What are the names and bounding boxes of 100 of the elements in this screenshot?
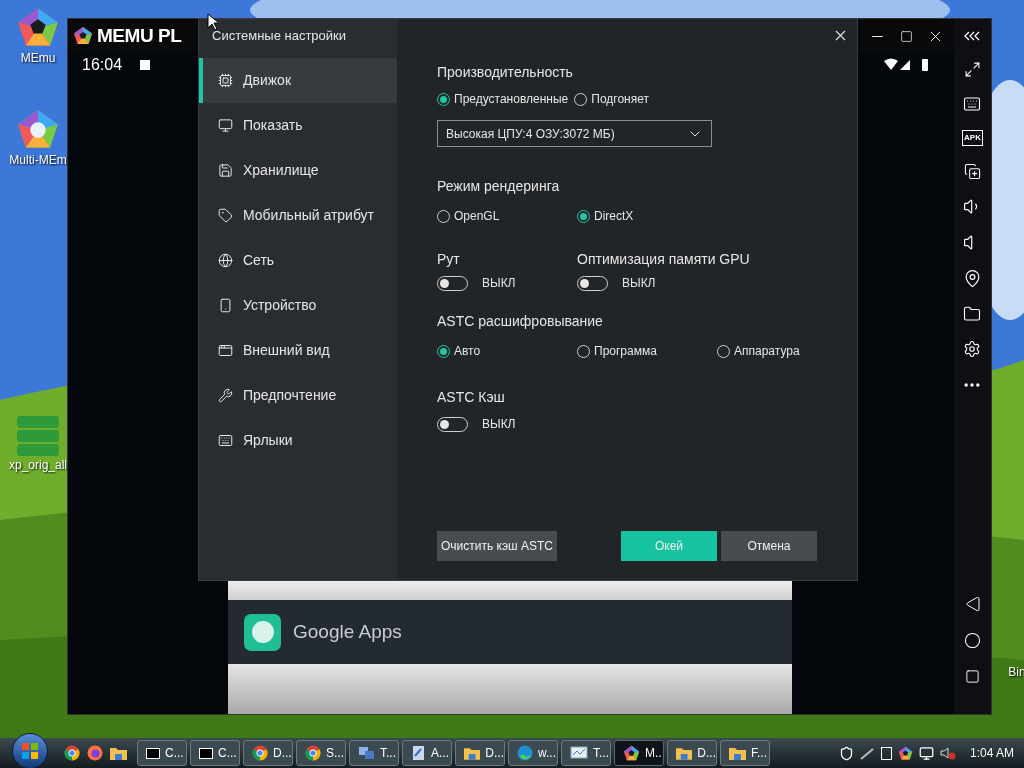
computers-icon [358, 745, 375, 761]
desktop-icon-label[interactable]: MEmu [20, 50, 56, 66]
sidebar-item[interactable]: Внешний вид [199, 328, 397, 373]
app-card[interactable]: Google Apps [228, 600, 792, 664]
radio-option[interactable]: Авто [437, 342, 481, 360]
maximize-icon[interactable] [900, 29, 913, 43]
radio-option[interactable]: DirectX [577, 207, 634, 225]
desktop-icon-label[interactable]: Multi-MEm [9, 152, 67, 168]
home-icon[interactable] [964, 632, 981, 649]
start-button[interactable] [12, 733, 48, 768]
quick-launch-button[interactable] [110, 746, 127, 760]
settings-icon[interactable] [963, 340, 982, 358]
taskbar-button[interactable]: F... [720, 740, 770, 766]
apk-button[interactable]: APK [962, 130, 983, 146]
sidebar-item[interactable]: Устройство [199, 283, 397, 328]
section-label: Рут [437, 250, 460, 268]
status-time: 16:04 [82, 55, 123, 75]
radio-option[interactable]: Программа [577, 342, 657, 360]
toggle-state: ВЫКЛ [482, 416, 516, 433]
muted-speaker-icon[interactable] [939, 746, 956, 760]
sidebar-item[interactable]: Ярлыки [199, 418, 397, 463]
taskbar-button[interactable]: D... [667, 740, 717, 766]
fullscreen-icon[interactable] [964, 61, 981, 78]
taskbar-button[interactable]: C... [137, 740, 187, 766]
floppy-icon [218, 163, 233, 178]
radio-option[interactable]: Предустановленные [437, 90, 569, 108]
folder-icon [676, 746, 693, 760]
section-label: ASTC расшифровывание [437, 313, 603, 329]
chrome-icon [252, 745, 268, 761]
cursor-icon [207, 13, 218, 31]
folder-icon [110, 746, 127, 760]
wrench-icon [218, 388, 233, 403]
section-label: Режим рендеринга [437, 178, 560, 194]
keyboard-icon[interactable] [963, 95, 982, 113]
archive-icon [146, 747, 160, 759]
taskbar-button[interactable]: T... [349, 740, 399, 766]
memu-icon [897, 745, 913, 761]
quick-launch-button[interactable] [64, 745, 80, 761]
monitor-icon [570, 745, 588, 761]
taskbar-button[interactable]: M.. [614, 740, 664, 766]
logo-icon [73, 26, 93, 46]
shield-icon[interactable] [838, 745, 854, 761]
pen-icon[interactable] [859, 746, 875, 760]
app-icon [411, 745, 426, 761]
sidebar-item[interactable]: Хранилище [199, 148, 397, 193]
sidebar-item[interactable]: Мобильный атрибут [199, 193, 397, 238]
image-icon [16, 415, 60, 457]
app-title: MEMU PL [97, 23, 182, 48]
desktop-icon-label[interactable]: Bin [1008, 664, 1024, 680]
location-pin-icon[interactable] [963, 269, 982, 288]
folder-icon[interactable] [963, 305, 982, 323]
globe-icon [218, 253, 233, 268]
toggle-state: ВЫКЛ [482, 275, 516, 292]
notification-icon [140, 60, 151, 70]
windows-logo-icon [21, 742, 39, 760]
toggle-state: ВЫКЛ [622, 275, 656, 292]
cancel-button[interactable]: Отмена [721, 531, 817, 561]
preset-dropdown[interactable]: Высокая ЦПУ:4 ОЗУ:3072 МБ) [437, 120, 712, 147]
taskbar-button[interactable]: w... [508, 740, 558, 766]
edge-icon [517, 745, 533, 761]
radio-option[interactable]: OpenGL [437, 207, 500, 225]
taskbar-button[interactable]: C... [190, 740, 240, 766]
clock[interactable]: 1:04 AM [969, 744, 1014, 762]
taskbar-button[interactable]: D... [243, 740, 293, 766]
chip-icon [218, 73, 233, 88]
add-window-icon[interactable] [964, 163, 981, 180]
archive-icon [199, 747, 213, 759]
network-icon[interactable] [918, 745, 934, 761]
taskbar-button[interactable]: T... [561, 740, 611, 766]
back-icon[interactable] [964, 596, 981, 612]
folder-icon [464, 746, 481, 760]
window-icon[interactable] [880, 746, 892, 760]
collapse-icon[interactable] [963, 31, 982, 41]
radio-option[interactable]: Аппаратура [717, 342, 800, 360]
sidebar-item[interactable]: Сеть [199, 238, 397, 283]
section-label: Оптимизация памяти GPU [577, 250, 750, 268]
memu-icon [623, 744, 640, 762]
sidebar-item[interactable]: Показать [199, 103, 397, 148]
quick-launch-button[interactable] [87, 745, 103, 761]
chrome-icon [64, 745, 80, 761]
keyboard-icon [218, 433, 233, 448]
sidebar-item[interactable]: Движок [199, 58, 397, 103]
taskbar-button[interactable]: A... [402, 740, 452, 766]
app-name: Google Apps [293, 619, 402, 644]
folder-icon [729, 746, 746, 760]
section-label: Производительность [437, 63, 574, 81]
taskbar-button[interactable]: D... [455, 740, 505, 766]
monitor-icon [218, 118, 233, 133]
tag-icon [218, 208, 233, 223]
radio-option[interactable]: Подгоняет [574, 90, 649, 108]
google-apps-icon [244, 613, 281, 651]
clear-cache-button[interactable]: Очистить кэш ASTC [437, 531, 557, 561]
recents-icon[interactable] [965, 669, 980, 684]
chrome-icon [305, 745, 321, 761]
section-label: ASTC Кэш [437, 389, 505, 405]
taskbar-button[interactable]: S... [296, 740, 346, 766]
phone-icon [218, 298, 233, 313]
window-icon [218, 343, 233, 358]
dialog-title: Системные настройки [212, 27, 347, 46]
sidebar-item[interactable]: Предпочтение [199, 373, 397, 418]
